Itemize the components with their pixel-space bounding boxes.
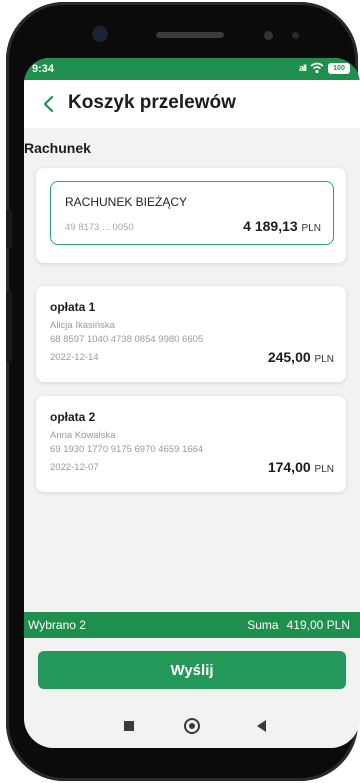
payment-amount: 174,00 PLN: [268, 459, 334, 475]
account-section-title: Rachunek: [24, 140, 91, 156]
account-balance-value: 4 189,13: [243, 218, 298, 234]
payment-recipient: Alicja Ikasińska: [50, 320, 115, 331]
volume-button: [6, 210, 12, 248]
earpiece-speaker: [156, 32, 224, 38]
summary-bar: Wybrano 2 Suma 419,00 PLN: [24, 612, 360, 638]
sensor-icon: [264, 31, 273, 40]
payment-card[interactable]: opłata 2 Anna Kowalska 69 1930 1770 9175…: [36, 396, 346, 492]
account-currency: PLN: [301, 223, 321, 234]
status-bar: 9:34 all 100: [24, 58, 360, 80]
payment-account-number: 68 8597 1040 4738 0854 9980 6605: [50, 334, 204, 345]
front-camera-icon: [94, 28, 106, 40]
payment-title: opłata 1: [50, 300, 96, 314]
payment-account-number: 69 1930 1770 9175 6970 4659 1664: [50, 444, 204, 455]
signal-icon: all: [298, 63, 307, 73]
send-button[interactable]: Wyślij: [38, 651, 346, 689]
payment-amount-value: 245,00: [267, 349, 311, 365]
power-button: [6, 292, 12, 362]
payment-title: opłata 2: [50, 410, 96, 424]
account-balance: 4 189,13 PLN: [243, 218, 321, 234]
page-title: Koszyk przelewów: [68, 92, 236, 113]
account-card[interactable]: RACHUNEK BIEŻĄCY 49 8173 ... 0050 4 189,…: [36, 168, 346, 263]
payment-recipient: Anna Kowalska: [50, 430, 116, 441]
back-icon[interactable]: [257, 720, 266, 732]
selected-count: Wybrano 2: [28, 618, 86, 632]
status-icons: all 100: [299, 62, 350, 74]
sum-total: Suma 419,00 PLN: [247, 618, 350, 632]
selected-account[interactable]: RACHUNEK BIEŻĄCY 49 8173 ... 0050 4 189,…: [50, 181, 334, 245]
account-name: RACHUNEK BIEŻĄCY: [65, 195, 188, 209]
battery-icon: 100: [328, 62, 350, 74]
sensor-icon: [292, 32, 299, 39]
sum-value: 419,00 PLN: [286, 618, 350, 632]
app-screen: 9:34 all 100 Koszyk przelewów Rachunek R…: [24, 58, 360, 748]
status-time: 9:34: [32, 63, 55, 75]
app-header: Koszyk przelewów: [24, 80, 360, 128]
payment-currency: PLN: [314, 464, 334, 475]
payment-date: 2022-12-14: [50, 352, 99, 363]
wifi-icon: [310, 62, 324, 74]
sum-label: Suma: [247, 618, 279, 632]
payment-date: 2022-12-07: [50, 462, 99, 473]
payment-card[interactable]: opłata 1 Alicja Ikasińska 68 8597 1040 4…: [36, 286, 346, 382]
system-nav-bar: [24, 706, 360, 748]
payment-amount: 245,00 PLN: [268, 349, 334, 365]
payment-currency: PLN: [314, 354, 334, 365]
payment-amount-value: 174,00: [267, 459, 311, 475]
account-number: 49 8173 ... 0050: [65, 222, 134, 233]
home-icon[interactable]: [184, 718, 200, 734]
recent-apps-icon[interactable]: [124, 721, 134, 731]
top-bezel: [6, 2, 358, 62]
back-arrow-icon[interactable]: [38, 93, 60, 115]
